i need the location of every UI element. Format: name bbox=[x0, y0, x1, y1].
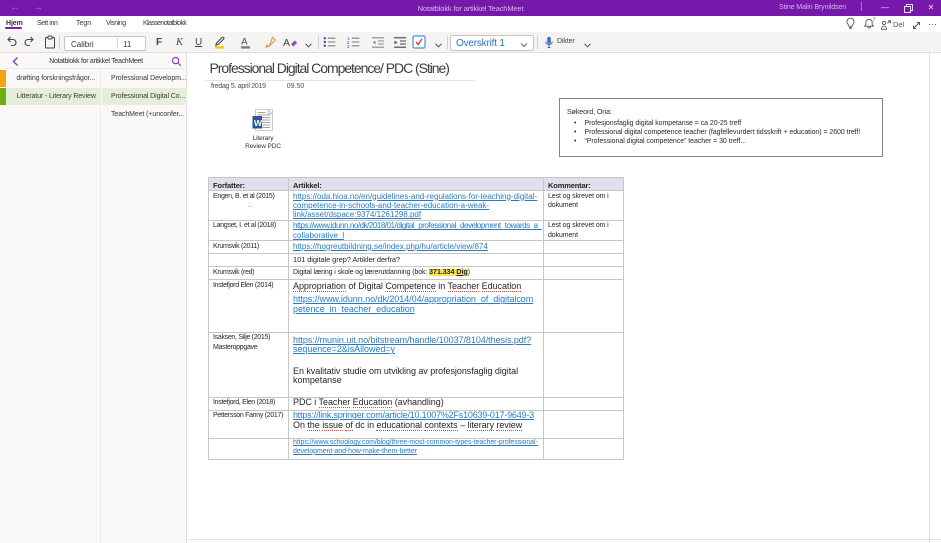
svg-text:A: A bbox=[241, 37, 248, 48]
svg-text:A: A bbox=[283, 37, 290, 49]
svg-text:7: 7 bbox=[873, 18, 876, 24]
svg-text:W: W bbox=[254, 118, 263, 128]
svg-text:3: 3 bbox=[347, 44, 350, 49]
